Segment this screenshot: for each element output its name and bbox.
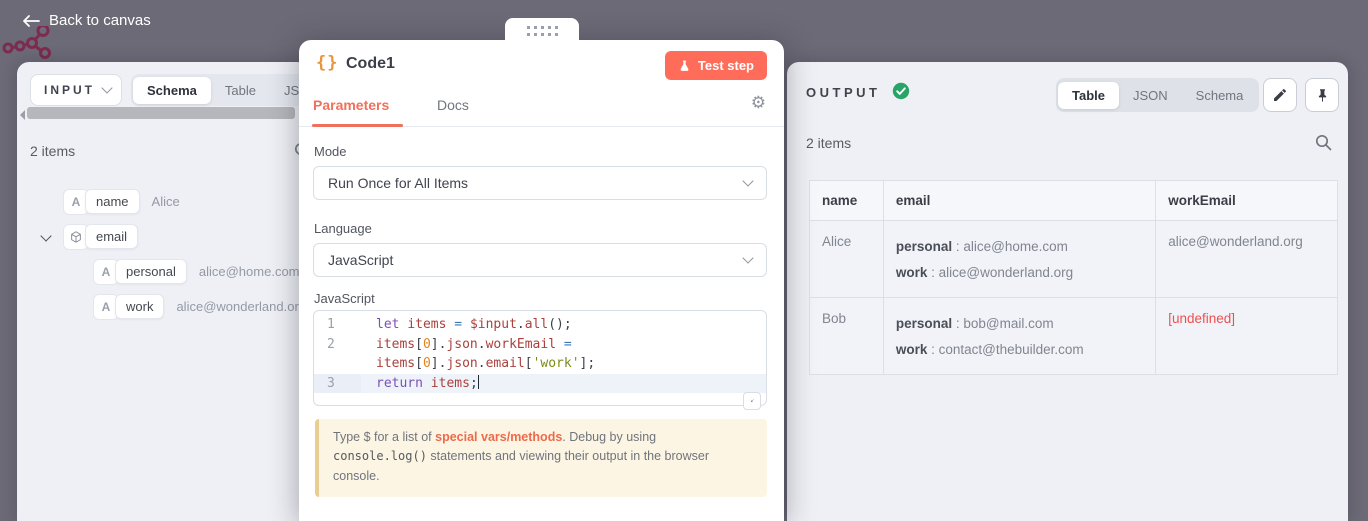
pin-icon [1315,88,1330,103]
pencil-icon [1272,87,1288,103]
code-editor-label: JavaScript [314,291,375,306]
schema-key-pill[interactable]: work [115,294,164,319]
input-panel-title: INPUT [44,83,95,97]
hint-code-snippet: console.log() [333,449,427,463]
language-label: Language [314,221,372,236]
pin-data-button[interactable] [1305,78,1339,112]
hint-text: Type $ for a list of [333,430,435,444]
scroll-left-arrow-icon[interactable] [20,110,25,120]
cell-name: Bob [810,298,884,375]
mode-value: Run Once for All Items [328,175,468,191]
tab-output-json[interactable]: JSON [1119,82,1182,109]
language-value: JavaScript [328,252,393,268]
test-step-button[interactable]: Test step [665,51,767,80]
gear-icon[interactable]: ⚙ [751,93,766,113]
schema-item-personal: Apersonalalice@home.com [93,258,300,285]
back-to-canvas-button[interactable]: Back to canvas [16,11,157,30]
arrow-left-icon [22,14,40,28]
schema-item-name: AnameAlice [63,188,180,215]
column-header-name[interactable]: name [810,181,884,221]
cell-email: personal : bob@mail.comwork : contact@th… [883,298,1155,375]
output-panel-title: OUTPUT [806,85,880,100]
node-title[interactable]: Code1 [346,55,395,73]
drag-dots-icon [527,26,558,40]
special-vars-link[interactable]: special vars/methods [435,430,562,444]
tab-input-table[interactable]: Table [211,77,270,104]
schema-value: Alice [152,194,180,209]
code-line[interactable]: 1let items = $input.all(); [314,315,766,335]
table-row: Alicepersonal : alice@home.comwork : ali… [810,221,1338,298]
column-header-workEmail[interactable]: workEmail [1156,181,1338,221]
language-select[interactable]: JavaScript [313,243,767,277]
edit-output-button[interactable] [1263,78,1297,112]
text-cursor [478,375,480,389]
workflow-logo-icon [2,26,56,62]
node-details-view: Back to canvas INPUT Schema Table JSON 2… [0,0,1368,521]
cell-workEmail: [undefined] [1156,298,1338,375]
schema-key-pill[interactable]: email [85,224,138,249]
output-search-icon[interactable] [1315,134,1332,151]
code-line[interactable]: 3return items; [314,374,766,394]
code-line[interactable]: items[0].json.email['work']; [314,354,766,374]
tab-parameters[interactable]: Parameters [313,97,389,113]
input-view-tabs: Schema Table JSON [131,74,309,106]
chevron-down-icon [101,82,112,93]
input-horizontal-scrollbar[interactable] [17,106,309,121]
schema-value: alice@wonderland.org [176,299,306,314]
tab-input-schema[interactable]: Schema [133,77,211,104]
input-items-count: 2 items [30,143,75,159]
code-node-modal: {} Code1 Test step Parameters Docs ⚙ Mod… [299,40,784,521]
output-items-count: 2 items [806,135,851,151]
chevron-down-icon[interactable] [40,230,51,241]
expand-icon [750,396,754,406]
tab-docs[interactable]: Docs [437,97,469,113]
input-source-dropdown[interactable]: INPUT [30,74,122,106]
schema-key-pill[interactable]: name [85,189,140,214]
code-node-icon: {} [316,53,338,73]
back-to-canvas-label: Back to canvas [49,12,151,29]
flask-icon [678,59,691,73]
schema-item-work: Aworkalice@wonderland.org [93,293,306,320]
mode-label: Mode [314,144,347,159]
table-row: Bobpersonal : bob@mail.comwork : contact… [810,298,1338,375]
code-line[interactable]: 2items[0].json.workEmail = [314,335,766,355]
success-check-icon [892,82,910,100]
active-tab-underline [312,124,403,127]
scrollbar-thumb[interactable] [27,107,295,119]
output-panel: OUTPUT Table JSON Schema 2 items nam [787,62,1348,521]
line-number: 2 [314,335,361,355]
tab-output-schema[interactable]: Schema [1182,82,1258,109]
column-header-email[interactable]: email [883,181,1155,221]
hint-text: . Debug by using [562,430,656,444]
tab-output-table[interactable]: Table [1058,82,1119,109]
schema-item-email: email [63,223,138,250]
mode-select[interactable]: Run Once for All Items [313,166,767,200]
cell-name: Alice [810,221,884,298]
line-number [314,354,361,374]
schema-value: alice@home.com [199,264,300,279]
table-header-row: nameemailworkEmail [810,181,1338,221]
output-view-tabs: Table JSON Schema [1056,78,1259,112]
input-panel: INPUT Schema Table JSON 2 items AnameAli… [17,62,309,521]
modal-drag-handle[interactable] [505,18,579,40]
chevron-down-icon [742,175,753,186]
expand-editor-button[interactable] [743,392,761,410]
chevron-down-icon [742,252,753,263]
line-number: 1 [314,315,361,335]
line-number: 3 [314,374,361,394]
cell-workEmail: alice@wonderland.org [1156,221,1338,298]
output-data-table: nameemailworkEmail Alicepersonal : alice… [809,180,1338,375]
code-editor[interactable]: 1let items = $input.all();2items[0].json… [313,310,767,406]
test-step-label: Test step [698,58,754,73]
cell-email: personal : alice@home.comwork : alice@wo… [883,221,1155,298]
schema-key-pill[interactable]: personal [115,259,187,284]
editor-hint-notice: Type $ for a list of special vars/method… [315,419,767,497]
